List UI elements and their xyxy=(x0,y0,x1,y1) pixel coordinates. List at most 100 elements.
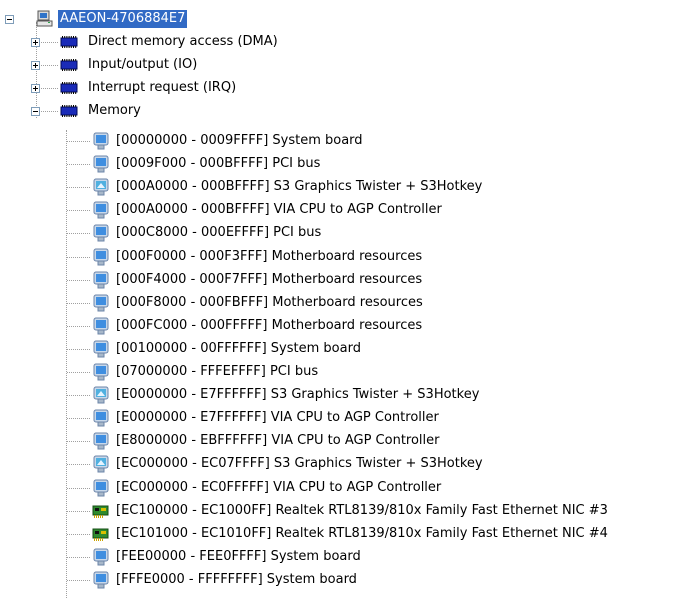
memory-resource-item[interactable]: [E8000000 - EBFFFFFF] VIA CPU to AGP Con… xyxy=(0,430,677,452)
memory-resource-item-label[interactable]: [000C8000 - 000EFFFF] PCI bus xyxy=(114,224,323,242)
device-resource-tree[interactable]: AAEON-4706884E7 Direct memory access (DM… xyxy=(0,0,677,605)
memory-resource-item[interactable]: [000F4000 - 000F7FFF] Motherboard resour… xyxy=(0,269,677,291)
tree-line xyxy=(67,141,90,142)
tree-line xyxy=(67,256,90,258)
expand-icon[interactable] xyxy=(31,84,40,93)
memory-resource-item-label[interactable]: [E8000000 - EBFFFFFF] VIA CPU to AGP Con… xyxy=(114,432,442,450)
monitor-icon xyxy=(93,548,109,566)
memory-resource-item[interactable]: [E0000000 - E7FFFFFF] S3 Graphics Twiste… xyxy=(0,384,677,406)
computer-icon xyxy=(36,10,53,27)
tree-line xyxy=(67,348,90,350)
memory-resource-item-label[interactable]: [EC000000 - EC0FFFFF] VIA CPU to AGP Con… xyxy=(114,479,443,497)
memory-resource-item[interactable]: [00000000 - 0009FFFF] System board xyxy=(0,130,677,152)
tree-line xyxy=(67,510,90,512)
memory-resource-item[interactable]: [EC101000 - EC1010FF] Realtek RTL8139/81… xyxy=(0,523,677,545)
tree-line xyxy=(41,111,58,112)
monitor-icon xyxy=(93,432,109,450)
memory-resource-item[interactable]: [0009F000 - 000BFFFF] PCI bus xyxy=(0,153,677,175)
memory-resource-item[interactable]: [EC100000 - EC1000FF] Realtek RTL8139/81… xyxy=(0,500,677,522)
monitor-icon xyxy=(93,271,109,289)
category-item[interactable]: Direct memory access (DMA) xyxy=(0,31,677,53)
monitor-icon xyxy=(93,409,109,427)
chip-icon xyxy=(60,82,78,94)
tree-line xyxy=(41,42,58,43)
collapse-icon[interactable] xyxy=(31,107,40,116)
chip-icon xyxy=(60,59,78,71)
monitor-icon xyxy=(93,294,109,312)
tree-line xyxy=(41,88,58,89)
tree-line xyxy=(67,579,90,581)
memory-resource-item[interactable]: [EC000000 - EC07FFFF] S3 Graphics Twiste… xyxy=(0,453,677,475)
root-row[interactable]: AAEON-4706884E7 xyxy=(0,8,677,30)
tree-line xyxy=(67,395,90,397)
memory-resource-item[interactable]: [FFFE0000 - FFFFFFFF] System board xyxy=(0,569,677,591)
memory-resource-item-label[interactable]: [EC000000 - EC07FFFF] S3 Graphics Twiste… xyxy=(114,455,485,473)
memory-resource-item[interactable]: [00100000 - 00FFFFFF] System board xyxy=(0,338,677,360)
category-item[interactable]: Input/output (IO) xyxy=(0,54,677,76)
memory-resource-item-label[interactable]: [07000000 - FFFEFFFF] PCI bus xyxy=(114,363,320,381)
memory-resource-item-label[interactable]: [000A0000 - 000BFFFF] VIA CPU to AGP Con… xyxy=(114,201,444,219)
memory-resource-item[interactable]: [000A0000 - 000BFFFF] S3 Graphics Twiste… xyxy=(0,176,677,198)
memory-resource-item-label[interactable]: [FFFE0000 - FFFFFFFF] System board xyxy=(114,571,359,589)
monitor-icon xyxy=(93,571,109,589)
display-adapter-icon xyxy=(93,386,109,404)
tree-line xyxy=(67,533,90,535)
expand-icon[interactable] xyxy=(31,61,40,70)
category-item-label[interactable]: Direct memory access (DMA) xyxy=(86,33,280,51)
memory-resource-item-label[interactable]: [00000000 - 0009FFFF] System board xyxy=(114,132,365,150)
tree-line xyxy=(67,279,90,281)
memory-resource-item[interactable]: [000FC000 - 000FFFFF] Motherboard resour… xyxy=(0,315,677,337)
memory-resource-item[interactable]: [000F8000 - 000FBFFF] Motherboard resour… xyxy=(0,292,677,314)
category-item[interactable]: Interrupt request (IRQ) xyxy=(0,77,677,99)
monitor-icon xyxy=(93,155,109,173)
monitor-icon xyxy=(93,363,109,381)
memory-resource-item-label[interactable]: [FEE00000 - FEE0FFFF] System board xyxy=(114,548,363,566)
category-item-label[interactable]: Interrupt request (IRQ) xyxy=(86,79,238,97)
tree-line xyxy=(41,65,58,66)
memory-resource-item-label[interactable]: [000FC000 - 000FFFFF] Motherboard resour… xyxy=(114,317,424,335)
root-label[interactable]: AAEON-4706884E7 xyxy=(58,10,188,28)
chip-icon xyxy=(60,105,78,117)
memory-resource-item-label[interactable]: [E0000000 - E7FFFFFF] S3 Graphics Twiste… xyxy=(114,386,481,404)
monitor-icon xyxy=(93,317,109,335)
memory-resource-item[interactable]: [000A0000 - 000BFFFF] VIA CPU to AGP Con… xyxy=(0,199,677,221)
expand-icon[interactable] xyxy=(31,38,40,47)
monitor-icon xyxy=(93,201,109,219)
tree-line xyxy=(67,210,90,212)
tree-line xyxy=(67,325,90,327)
memory-resource-item-label[interactable]: [E0000000 - E7FFFFFF] VIA CPU to AGP Con… xyxy=(114,409,441,427)
memory-resource-item-label[interactable]: [000F8000 - 000FBFFF] Motherboard resour… xyxy=(114,294,425,312)
tree-line xyxy=(67,487,90,489)
category-item-label[interactable]: Memory xyxy=(86,102,143,120)
display-adapter-icon xyxy=(93,178,109,196)
category-item[interactable]: Memory xyxy=(0,100,677,122)
memory-resource-item-label[interactable]: [0009F000 - 000BFFFF] PCI bus xyxy=(114,155,322,173)
monitor-icon xyxy=(93,132,109,150)
memory-resource-item-label[interactable]: [000F0000 - 000F3FFF] Motherboard resour… xyxy=(114,248,424,266)
monitor-icon xyxy=(93,340,109,358)
tree-line xyxy=(67,418,90,420)
memory-resource-item-label[interactable]: [000F4000 - 000F7FFF] Motherboard resour… xyxy=(114,271,424,289)
display-adapter-icon xyxy=(93,455,109,473)
chip-icon xyxy=(60,36,78,48)
memory-resource-item[interactable]: [07000000 - FFFEFFFF] PCI bus xyxy=(0,361,677,383)
monitor-icon xyxy=(93,248,109,265)
network-card-icon xyxy=(92,528,109,541)
memory-resource-item-label[interactable]: [EC101000 - EC1010FF] Realtek RTL8139/81… xyxy=(114,525,610,543)
memory-resource-item[interactable]: [000C8000 - 000EFFFF] PCI bus xyxy=(0,222,677,244)
memory-resource-item[interactable]: [FEE00000 - FEE0FFFF] System board xyxy=(0,546,677,568)
tree-line xyxy=(67,302,90,304)
category-item-label[interactable]: Input/output (IO) xyxy=(86,56,199,74)
network-card-icon xyxy=(92,505,109,518)
memory-resource-item-label[interactable]: [000A0000 - 000BFFFF] S3 Graphics Twiste… xyxy=(114,178,484,196)
tree-line xyxy=(67,164,90,166)
memory-resource-item[interactable]: [EC000000 - EC0FFFFF] VIA CPU to AGP Con… xyxy=(0,477,677,499)
tree-line xyxy=(67,372,90,373)
tree-line xyxy=(67,187,90,189)
memory-resource-item-label[interactable]: [EC100000 - EC1000FF] Realtek RTL8139/81… xyxy=(114,502,610,520)
collapse-icon[interactable] xyxy=(5,15,14,24)
memory-resource-item-label[interactable]: [00100000 - 00FFFFFF] System board xyxy=(114,340,363,358)
memory-resource-item[interactable]: [000F0000 - 000F3FFF] Motherboard resour… xyxy=(0,246,677,268)
memory-resource-item[interactable]: [E0000000 - E7FFFFFF] VIA CPU to AGP Con… xyxy=(0,407,677,429)
tree-line xyxy=(67,556,90,558)
